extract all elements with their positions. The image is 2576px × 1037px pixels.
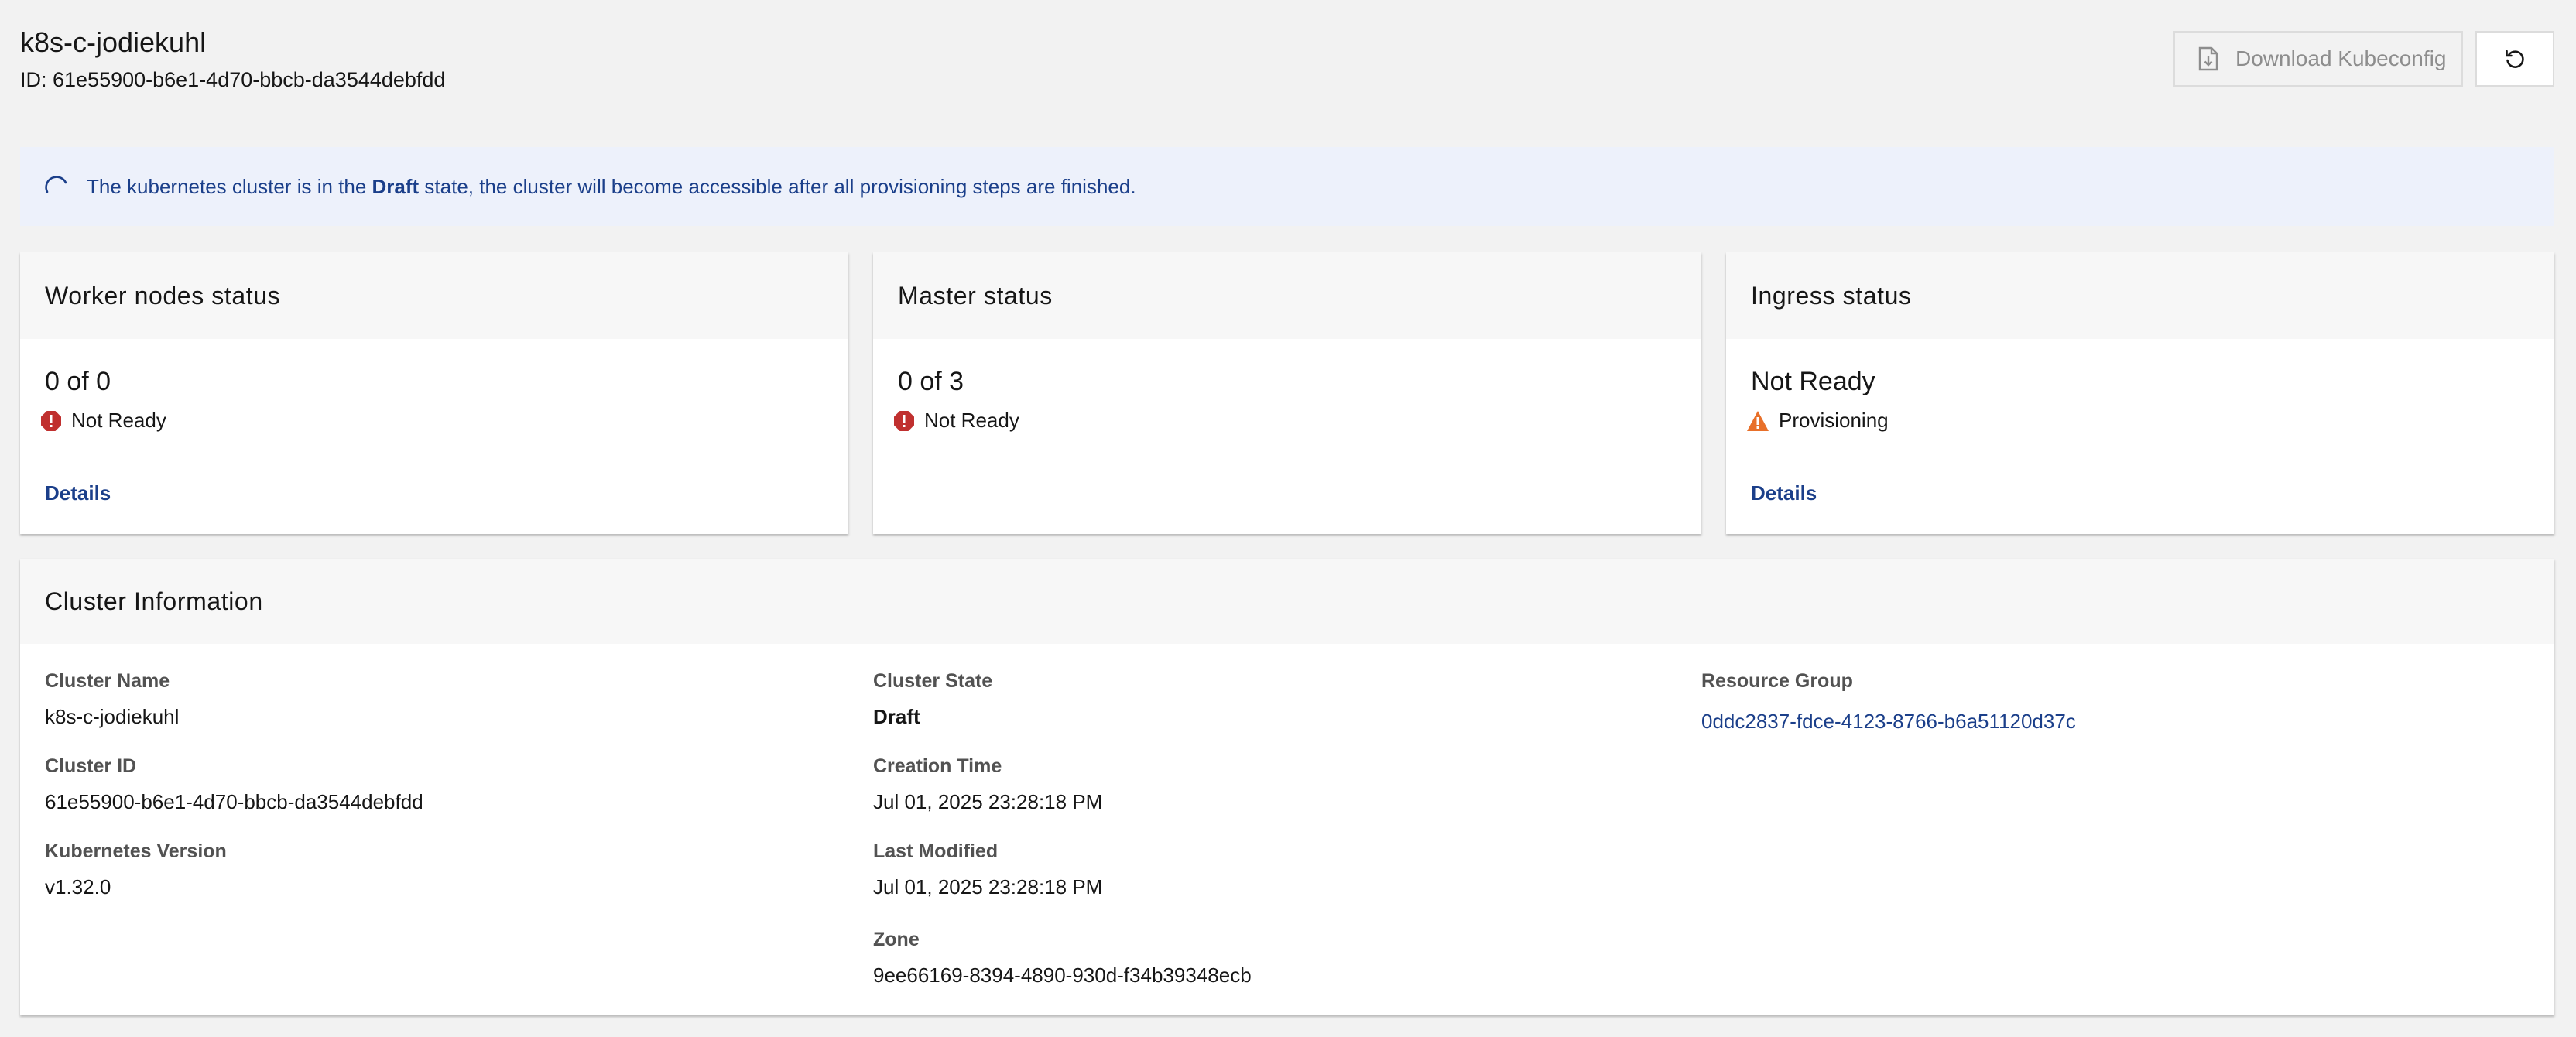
- error-icon: [894, 410, 914, 431]
- worker-nodes-title: Worker nodes status: [20, 252, 848, 339]
- ingress-count: Not Ready: [1751, 367, 1875, 396]
- zone-field: Zone 9ee66169-8394-4890-930d-f34b39348ec…: [873, 929, 1252, 987]
- refresh-icon: [2506, 50, 2524, 68]
- cluster-name-label: Cluster Name: [45, 670, 170, 692]
- download-kubeconfig-label: Download Kubeconfig: [2235, 46, 2447, 70]
- page-title: k8s-c-jodiekuhl: [20, 26, 207, 58]
- zone-label: Zone: [873, 929, 920, 950]
- master-status-card: Master status 0 of 3 Not Ready: [873, 252, 1701, 534]
- banner-message: The kubernetes cluster is in the Draft s…: [87, 174, 1136, 198]
- cluster-information-card: Cluster Information Cluster Name k8s-c-j…: [20, 559, 2554, 1015]
- worker-nodes-state-label: Not Ready: [71, 409, 166, 432]
- loading-spinner-icon: [43, 173, 70, 200]
- creation-time-label: Creation Time: [873, 755, 1002, 777]
- cluster-information-title: Cluster Information: [20, 559, 2554, 644]
- creation-time-value: Jul 01, 2025 23:28:18 PM: [873, 790, 1103, 813]
- last-modified-label: Last Modified: [873, 840, 999, 862]
- master-count: 0 of 3: [898, 367, 964, 396]
- refresh-button[interactable]: [2475, 31, 2554, 87]
- ingress-status-title: Ingress status: [1726, 252, 2554, 339]
- creation-time-field: Creation Time Jul 01, 2025 23:28:18 PM: [873, 755, 1102, 814]
- cluster-state-label: Cluster State: [873, 670, 993, 692]
- cluster-name-field: Cluster Name k8s-c-jodiekuhl: [45, 670, 179, 729]
- download-file-icon: [2198, 46, 2218, 71]
- error-icon: [41, 410, 61, 431]
- worker-nodes-state: Not Ready: [40, 409, 166, 433]
- master-state: Not Ready: [893, 409, 1019, 433]
- ingress-state-label: Provisioning: [1779, 409, 1889, 432]
- worker-nodes-card: Worker nodes status 0 of 0 Not Ready Det…: [20, 252, 848, 534]
- kubernetes-version-field: Kubernetes Version v1.32.0: [45, 840, 227, 899]
- cluster-id-subtitle: ID: 61e55900-b6e1-4d70-bbcb-da3544debfdd: [20, 68, 446, 91]
- zone-value: 9ee66169-8394-4890-930d-f34b39348ecb: [873, 963, 1252, 987]
- ingress-details-link[interactable]: Details: [1751, 481, 1817, 505]
- ingress-state: Provisioning: [1746, 409, 1889, 433]
- resource-group-label: Resource Group: [1701, 670, 1853, 692]
- worker-nodes-count: 0 of 0: [45, 367, 111, 396]
- cluster-id-label: Cluster ID: [45, 755, 137, 777]
- kubernetes-version-label: Kubernetes Version: [45, 840, 227, 862]
- kubernetes-version-value: v1.32.0: [45, 875, 111, 898]
- cluster-state-field: Cluster State Draft: [873, 670, 992, 729]
- banner-state: Draft: [372, 174, 420, 198]
- master-status-title: Master status: [873, 252, 1701, 339]
- resource-group-link[interactable]: 0ddc2837-fdce-4123-8766-b6a51120d37c: [1701, 710, 2076, 734]
- worker-nodes-details-link[interactable]: Details: [45, 481, 111, 505]
- cluster-state-value: Draft: [873, 705, 920, 728]
- resource-group-field: Resource Group 0ddc2837-fdce-4123-8766-b…: [1701, 670, 2076, 734]
- warning-icon: [1747, 410, 1769, 431]
- cluster-id-value: 61e55900-b6e1-4d70-bbcb-da3544debfdd: [45, 790, 423, 813]
- last-modified-field: Last Modified Jul 01, 2025 23:28:18 PM: [873, 840, 1102, 899]
- last-modified-value: Jul 01, 2025 23:28:18 PM: [873, 875, 1103, 898]
- download-kubeconfig-button[interactable]: Download Kubeconfig: [2174, 31, 2463, 87]
- ingress-status-card: Ingress status Not Ready Provisioning De…: [1726, 252, 2554, 534]
- cluster-name-value: k8s-c-jodiekuhl: [45, 705, 180, 728]
- master-state-label: Not Ready: [924, 409, 1019, 432]
- draft-state-banner: The kubernetes cluster is in the Draft s…: [20, 147, 2554, 226]
- cluster-id-field: Cluster ID 61e55900-b6e1-4d70-bbcb-da354…: [45, 755, 423, 814]
